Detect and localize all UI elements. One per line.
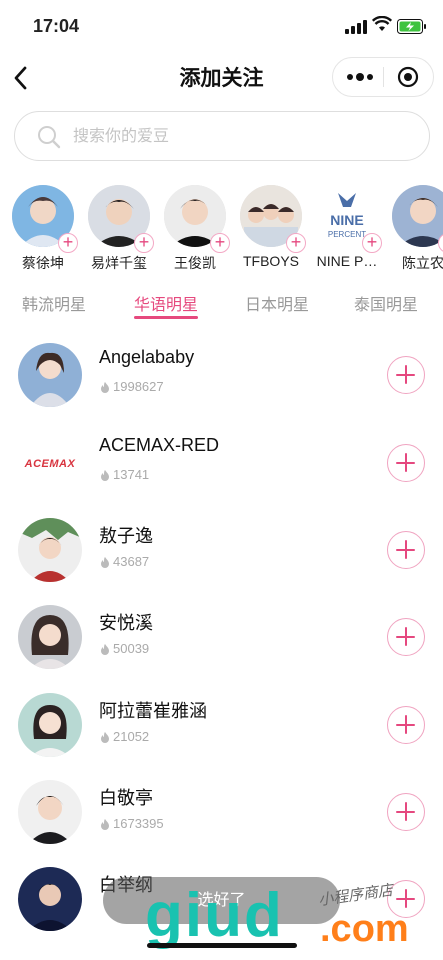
heat-count: 43687	[99, 554, 149, 569]
heat-count-value: 1673395	[113, 816, 164, 831]
category-tabs: 韩流明星 华语明星 日本明星 泰国明星	[0, 288, 443, 322]
svg-text:NINE: NINE	[330, 212, 363, 228]
list-item[interactable]: 安悦溪 50039	[0, 605, 443, 693]
heat-count-value: 50039	[113, 641, 150, 656]
heat-count-value: 1998627	[113, 379, 164, 394]
list-item[interactable]: 敖子逸 43687	[0, 518, 443, 606]
active-tab-indicator	[134, 316, 198, 319]
star-item[interactable]: NINE PERCENT + NINE P…	[310, 183, 386, 273]
star-name: 阿拉蕾崔雅涵	[99, 701, 207, 721]
heat-count: 13741	[99, 467, 149, 482]
svg-text:PERCENT: PERCENT	[328, 230, 366, 239]
tab-japanese[interactable]: 日本明星	[245, 291, 309, 315]
more-icon[interactable]	[345, 67, 375, 87]
heat-count-value: 13741	[113, 467, 150, 482]
add-follow-button[interactable]	[387, 793, 425, 831]
heat-count: 21052	[99, 729, 149, 744]
star-name: 安悦溪	[99, 613, 153, 633]
miniprogram-capsule	[332, 57, 434, 97]
avatar	[18, 605, 82, 669]
nav-bar: 添加关注	[0, 52, 443, 102]
tab-chinese[interactable]: 华语明星	[134, 291, 198, 315]
follow-plus-icon[interactable]: +	[58, 233, 78, 253]
battery-icon	[397, 19, 426, 34]
home-indicator	[147, 943, 297, 948]
status-time: 17:04	[33, 16, 80, 36]
capsule-divider	[383, 67, 384, 87]
close-miniprogram-icon[interactable]	[397, 66, 419, 88]
search-input[interactable]	[71, 122, 405, 152]
follow-plus-icon[interactable]: +	[286, 233, 306, 253]
star-name: 王俊凯	[174, 255, 216, 271]
star-item[interactable]: + 易烊千玺	[82, 183, 158, 273]
hot-stars-row: + 蔡徐坤 + 易烊千玺 + 王俊凯 + TFBOYS NINE PERCENT…	[0, 183, 443, 273]
fire-icon	[101, 381, 109, 393]
signal-icon	[345, 20, 367, 34]
avatar	[18, 693, 82, 757]
follow-plus-icon[interactable]: +	[362, 233, 382, 253]
acemax-logo: ACEMAX	[18, 431, 82, 495]
heat-count: 50039	[99, 641, 149, 656]
fire-icon	[101, 731, 109, 743]
search-icon	[38, 126, 61, 149]
follow-plus-icon[interactable]: +	[134, 233, 154, 253]
avatar	[18, 518, 82, 582]
watermark-suffix: .com	[320, 908, 409, 950]
add-follow-button[interactable]	[387, 618, 425, 656]
fire-icon	[101, 643, 109, 655]
add-follow-button[interactable]	[387, 444, 425, 482]
avatar	[18, 867, 82, 931]
heat-count-value: 43687	[113, 554, 150, 569]
search-bar[interactable]	[14, 111, 430, 161]
star-item[interactable]: + TFBOYS	[234, 183, 310, 273]
star-name: 陈立农	[402, 255, 443, 271]
fire-icon	[101, 556, 109, 568]
status-bar: 17:04	[0, 0, 443, 52]
star-name: TFBOYS	[242, 253, 299, 269]
heat-count: 1998627	[99, 379, 164, 394]
add-follow-button[interactable]	[387, 531, 425, 569]
list-item[interactable]: Angelababy 1998627	[0, 343, 443, 431]
avatar	[18, 343, 82, 407]
list-item[interactable]: ACEMAX ACEMAX-RED 13741	[0, 431, 443, 519]
wifi-icon	[372, 16, 392, 31]
star-name: NINE P…	[316, 253, 378, 269]
star-name: Angelababy	[99, 347, 195, 367]
heat-count-value: 21052	[113, 729, 150, 744]
star-item[interactable]: + 王俊凯	[158, 183, 234, 273]
follow-plus-icon[interactable]: +	[210, 233, 230, 253]
fire-icon	[101, 469, 109, 481]
add-follow-button[interactable]	[387, 356, 425, 394]
star-name: 白敬亭	[99, 788, 153, 808]
watermark-main: giud	[145, 881, 284, 950]
avatar	[392, 185, 443, 247]
heat-count: 1673395	[99, 816, 164, 831]
fire-icon	[101, 818, 109, 830]
list-item[interactable]: 阿拉蕾崔雅涵 21052	[0, 693, 443, 781]
tab-thai[interactable]: 泰国明星	[354, 291, 418, 315]
list-item[interactable]: 白敬亭 1673395	[0, 780, 443, 868]
star-name: ACEMAX-RED	[99, 435, 220, 455]
avatar	[18, 780, 82, 844]
star-name: 敖子逸	[99, 526, 153, 546]
tab-korean[interactable]: 韩流明星	[22, 291, 86, 315]
star-item[interactable]: + 蔡徐坤	[6, 183, 82, 273]
star-name: 易烊千玺	[91, 255, 147, 271]
star-name: 蔡徐坤	[22, 255, 64, 271]
svg-text:ACEMAX: ACEMAX	[24, 458, 76, 470]
add-follow-button[interactable]	[387, 706, 425, 744]
star-item[interactable]: + 陈立农	[386, 183, 443, 273]
